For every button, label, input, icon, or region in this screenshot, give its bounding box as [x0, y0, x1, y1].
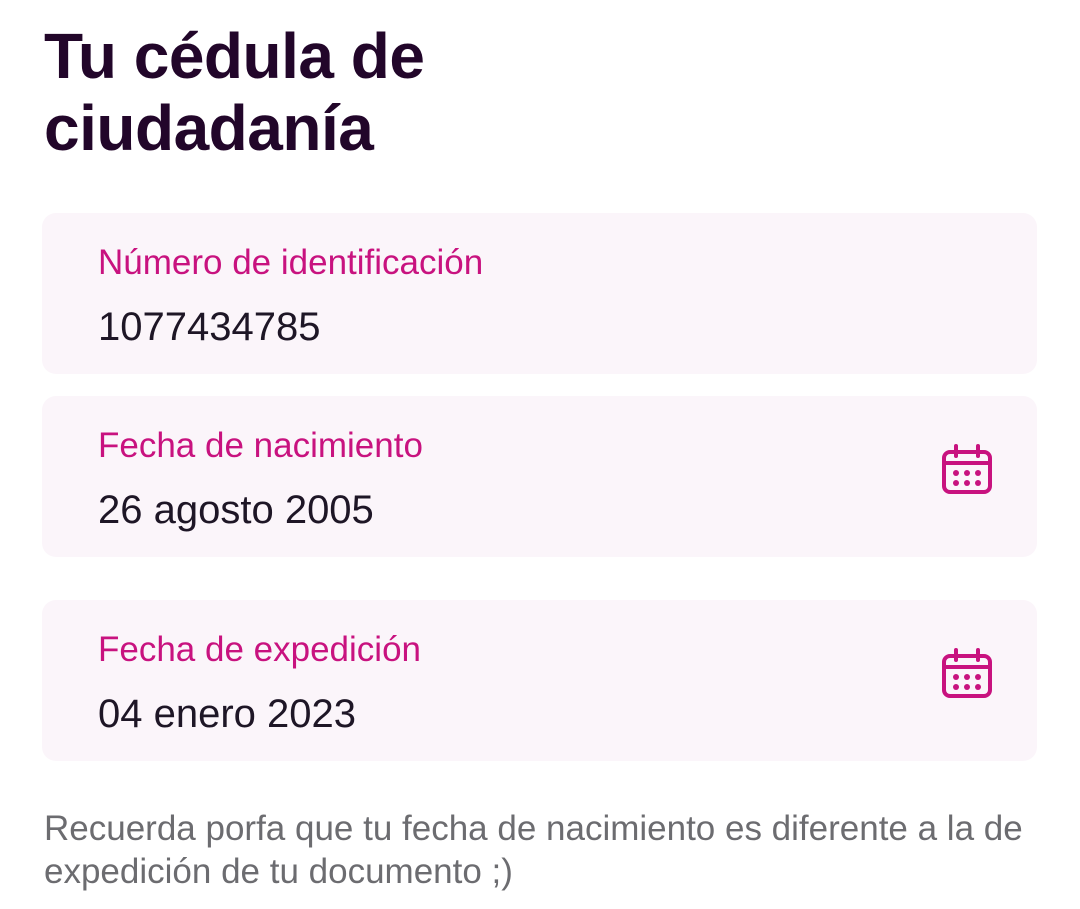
issue-date-label: Fecha de expedición: [98, 630, 421, 669]
birth-date-field[interactable]: Fecha de nacimiento 26 agosto 2005: [42, 396, 1037, 557]
birth-date-value[interactable]: 26 agosto 2005: [98, 488, 374, 532]
id-number-label: Número de identificación: [98, 243, 484, 282]
birth-date-label: Fecha de nacimiento: [98, 426, 423, 465]
date-hint-text: Recuerda porfa que tu fecha de nacimient…: [44, 809, 1023, 891]
id-number-value[interactable]: 1077434785: [98, 305, 320, 349]
calendar-icon[interactable]: [941, 648, 993, 700]
calendar-icon[interactable]: [941, 444, 993, 496]
page-title: Tu cédula de ciudadanía: [44, 20, 425, 164]
issue-date-value[interactable]: 04 enero 2023: [98, 692, 356, 736]
issue-date-field[interactable]: Fecha de expedición 04 enero 2023: [42, 600, 1037, 761]
id-number-field[interactable]: Número de identificación 1077434785: [42, 213, 1037, 374]
